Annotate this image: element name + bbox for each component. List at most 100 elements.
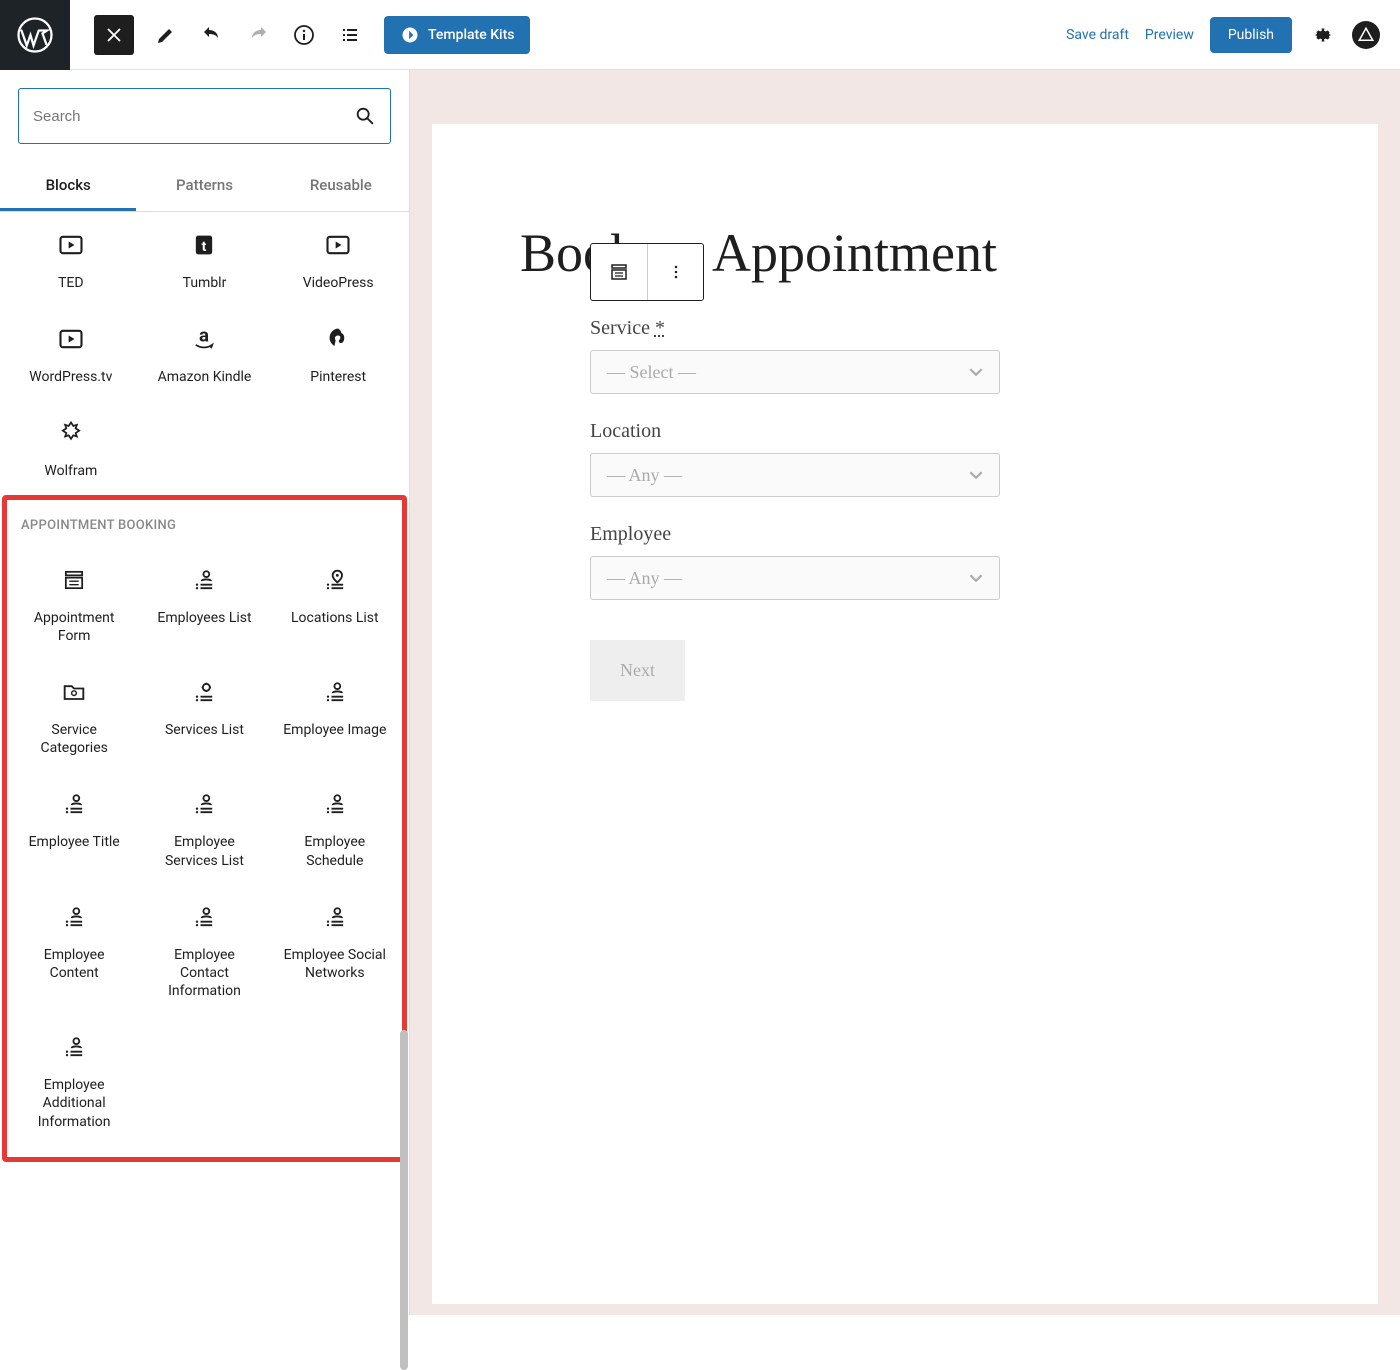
block-label: Employees List bbox=[157, 609, 251, 627]
block-tumblr[interactable]: t Tumblr bbox=[138, 212, 272, 306]
block-employees-list[interactable]: Employees List bbox=[139, 547, 269, 659]
next-button[interactable]: Next bbox=[590, 640, 685, 701]
person-list-icon bbox=[320, 902, 350, 932]
pinterest-icon bbox=[323, 324, 353, 354]
block-employee-title[interactable]: Employee Title bbox=[9, 771, 139, 883]
block-employee-social[interactable]: Employee Social Networks bbox=[270, 884, 400, 1015]
employee-label: Employee bbox=[590, 523, 1000, 546]
close-inserter-button[interactable] bbox=[94, 15, 134, 55]
svg-text:t: t bbox=[202, 239, 207, 255]
block-inserter-panel: Blocks Patterns Reusable TED t Tumblr Vi… bbox=[0, 70, 410, 1315]
chevron-down-icon bbox=[969, 468, 983, 482]
wordpress-logo[interactable] bbox=[0, 0, 70, 70]
appointment-form: Service * — Select — Location — Any — Em… bbox=[520, 317, 1000, 701]
block-wordpress-tv[interactable]: WordPress.tv bbox=[4, 306, 138, 400]
person-list-icon bbox=[320, 677, 350, 707]
block-label: Amazon Kindle bbox=[158, 368, 252, 386]
tab-blocks[interactable]: Blocks bbox=[0, 162, 136, 211]
folder-gear-icon bbox=[59, 677, 89, 707]
block-label: WordPress.tv bbox=[29, 368, 112, 386]
block-label: Employee Additional Information bbox=[19, 1076, 129, 1131]
location-list-icon bbox=[320, 565, 350, 595]
block-label: Employee Content bbox=[19, 946, 129, 982]
undo-icon[interactable] bbox=[194, 17, 230, 53]
page-content[interactable]: Book an Appointment Service * — Select —… bbox=[432, 124, 1378, 1304]
location-select[interactable]: — Any — bbox=[590, 453, 1000, 497]
block-pinterest[interactable]: Pinterest bbox=[271, 306, 405, 400]
person-list-icon bbox=[189, 789, 219, 819]
block-label: Employee Social Networks bbox=[280, 946, 390, 982]
list-view-icon[interactable] bbox=[332, 17, 368, 53]
block-videopress[interactable]: VideoPress bbox=[271, 212, 405, 306]
inserter-tabs: Blocks Patterns Reusable bbox=[0, 162, 409, 212]
video-embed-icon bbox=[323, 230, 353, 260]
settings-icon[interactable] bbox=[1308, 21, 1336, 49]
block-label: Locations List bbox=[291, 609, 379, 627]
block-label: Wolfram bbox=[44, 462, 97, 480]
block-employee-contact[interactable]: Employee Contact Information bbox=[139, 884, 269, 1015]
chevron-down-icon bbox=[969, 571, 983, 585]
info-icon[interactable] bbox=[286, 17, 322, 53]
tab-patterns[interactable]: Patterns bbox=[136, 162, 272, 211]
topbar-actions: Save draft Preview Publish bbox=[1066, 17, 1400, 53]
wolfram-icon bbox=[56, 418, 86, 448]
tab-reusable[interactable]: Reusable bbox=[273, 162, 409, 211]
amazon-icon: a bbox=[189, 324, 219, 354]
block-label: Appointment Form bbox=[19, 609, 129, 645]
block-wolfram[interactable]: Wolfram bbox=[4, 400, 138, 494]
block-service-categories[interactable]: Service Categories bbox=[9, 659, 139, 771]
location-label: Location bbox=[590, 420, 1000, 443]
template-kits-button[interactable]: Template Kits bbox=[384, 16, 530, 54]
editor-tools bbox=[148, 17, 368, 53]
block-employee-content[interactable]: Employee Content bbox=[9, 884, 139, 1015]
block-ted[interactable]: TED bbox=[4, 212, 138, 306]
block-employee-additional-info[interactable]: Employee Additional Information bbox=[9, 1014, 139, 1145]
category-heading: APPOINTMENT BOOKING bbox=[9, 500, 400, 547]
publish-button[interactable]: Publish bbox=[1210, 17, 1292, 53]
video-embed-icon bbox=[56, 324, 86, 354]
employee-select[interactable]: — Any — bbox=[590, 556, 1000, 600]
preview-button[interactable]: Preview bbox=[1145, 27, 1194, 43]
svg-text:a: a bbox=[199, 325, 209, 346]
block-employee-services-list[interactable]: Employee Services List bbox=[139, 771, 269, 883]
editor-topbar: Template Kits Save draft Preview Publish bbox=[0, 0, 1400, 70]
block-employee-image[interactable]: Employee Image bbox=[270, 659, 400, 771]
editor-canvas: Book an Appointment Service * — Select —… bbox=[410, 70, 1400, 1315]
block-label: Employee Schedule bbox=[280, 833, 390, 869]
block-search-input[interactable] bbox=[18, 88, 391, 144]
block-appointment-form[interactable]: Appointment Form bbox=[9, 547, 139, 659]
edit-tool-icon[interactable] bbox=[148, 17, 184, 53]
block-options-icon[interactable] bbox=[647, 244, 703, 300]
form-icon bbox=[59, 565, 89, 595]
sidebar-scrollbar[interactable] bbox=[399, 270, 409, 1315]
block-services-list[interactable]: Services List bbox=[139, 659, 269, 771]
block-label: Pinterest bbox=[310, 368, 366, 386]
person-list-icon bbox=[189, 902, 219, 932]
select-value: — Any — bbox=[607, 465, 682, 486]
select-value: — Any — bbox=[607, 568, 682, 589]
block-label: Employee Title bbox=[29, 833, 120, 851]
person-list-icon bbox=[189, 565, 219, 595]
search-field[interactable] bbox=[33, 108, 354, 125]
appointment-booking-category-highlight: APPOINTMENT BOOKING Appointment Form Emp… bbox=[2, 495, 407, 1162]
gear-list-icon bbox=[189, 677, 219, 707]
block-employee-schedule[interactable]: Employee Schedule bbox=[270, 771, 400, 883]
chevron-down-icon bbox=[969, 365, 983, 379]
blocks-list: TED t Tumblr VideoPress WordPress.tv a A… bbox=[0, 212, 409, 1315]
service-label: Service * bbox=[590, 317, 1000, 340]
block-type-icon[interactable] bbox=[591, 244, 647, 300]
scrollbar-thumb[interactable] bbox=[400, 1030, 408, 1370]
save-draft-button[interactable]: Save draft bbox=[1066, 27, 1129, 43]
search-icon bbox=[354, 105, 376, 127]
block-amazon-kindle[interactable]: a Amazon Kindle bbox=[138, 306, 272, 400]
person-list-icon bbox=[59, 1032, 89, 1062]
redo-icon[interactable] bbox=[240, 17, 276, 53]
template-kits-label: Template Kits bbox=[428, 27, 514, 43]
person-list-icon bbox=[320, 789, 350, 819]
video-embed-icon bbox=[56, 230, 86, 260]
user-avatar-icon[interactable] bbox=[1352, 21, 1380, 49]
service-select[interactable]: — Select — bbox=[590, 350, 1000, 394]
block-label: Employee Services List bbox=[149, 833, 259, 869]
block-locations-list[interactable]: Locations List bbox=[270, 547, 400, 659]
block-label: Employee Contact Information bbox=[149, 946, 259, 1001]
